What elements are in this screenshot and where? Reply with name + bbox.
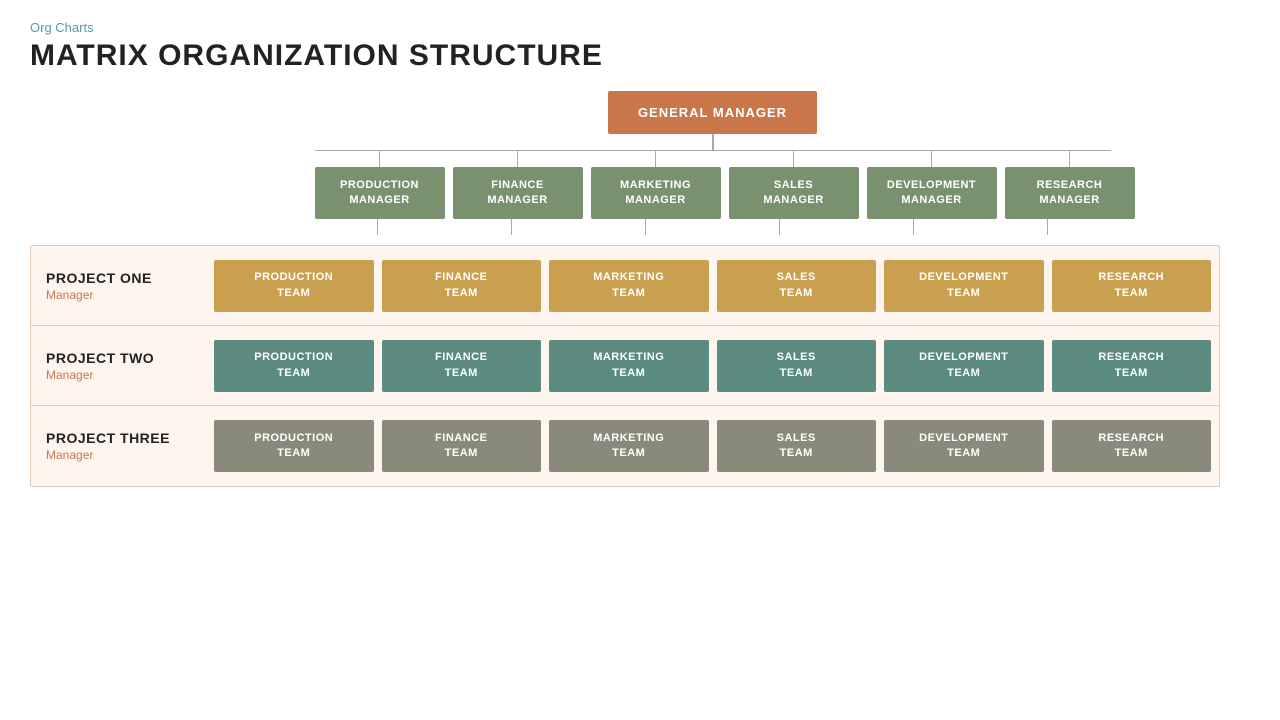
team-p3-sales: SALESTEAM bbox=[717, 420, 877, 472]
project-three-label: PROJECT THREE Manager bbox=[31, 406, 206, 486]
mgr-dn-1 bbox=[377, 219, 378, 235]
subtitle: Org Charts bbox=[30, 20, 1250, 35]
mgr-dn-4 bbox=[779, 219, 780, 235]
managers-row: PRODUCTIONMANAGER FINANCEMANAGER MARKETI… bbox=[315, 151, 1111, 219]
team-p3-research: RESEARCHTEAM bbox=[1052, 420, 1212, 472]
team-p3-finance: FINANCETEAM bbox=[382, 420, 542, 472]
project-row-one: PROJECT ONE Manager PRODUCTIONTEAM FINAN… bbox=[31, 246, 1219, 326]
manager-box-marketing: MARKETINGMANAGER bbox=[591, 167, 721, 219]
project-two-sub: Manager bbox=[46, 368, 191, 382]
team-p2-marketing: MARKETINGTEAM bbox=[549, 340, 709, 392]
manager-box-production: PRODUCTIONMANAGER bbox=[315, 167, 445, 219]
project-one-name: PROJECT ONE bbox=[46, 270, 191, 286]
team-p2-finance: FINANCETEAM bbox=[382, 340, 542, 392]
team-p2-production: PRODUCTIONTEAM bbox=[214, 340, 374, 392]
top-section: GENERAL MANAGER PRODUCTIONMANAGER FINANC… bbox=[30, 91, 1220, 235]
manager-col-marketing: MARKETINGMANAGER bbox=[591, 151, 721, 219]
project-three-name: PROJECT THREE bbox=[46, 430, 191, 446]
project-three-teams: PRODUCTIONTEAM FINANCETEAM MARKETINGTEAM… bbox=[206, 406, 1219, 486]
team-p3-marketing: MARKETINGTEAM bbox=[549, 420, 709, 472]
manager-box-sales: SALESMANAGER bbox=[729, 167, 859, 219]
manager-box-finance: FINANCEMANAGER bbox=[453, 167, 583, 219]
projects-area: PROJECT ONE Manager PRODUCTIONTEAM FINAN… bbox=[30, 245, 1220, 487]
project-one-sub: Manager bbox=[46, 288, 191, 302]
mgr-tick-3 bbox=[655, 151, 656, 167]
team-p1-production: PRODUCTIONTEAM bbox=[214, 260, 374, 312]
team-p1-marketing: MARKETINGTEAM bbox=[549, 260, 709, 312]
project-one-teams: PRODUCTIONTEAM FINANCETEAM MARKETINGTEAM… bbox=[206, 246, 1219, 325]
mgr-tick-4 bbox=[793, 151, 794, 167]
project-row-three: PROJECT THREE Manager PRODUCTIONTEAM FIN… bbox=[31, 406, 1219, 486]
team-p2-development: DEVELOPMENTTEAM bbox=[884, 340, 1044, 392]
managers-content: GENERAL MANAGER PRODUCTIONMANAGER FINANC… bbox=[205, 91, 1220, 235]
gm-down-line bbox=[712, 134, 714, 150]
mgr-tick-6 bbox=[1069, 151, 1070, 167]
manager-col-development: DEVELOPMENTMANAGER bbox=[867, 151, 997, 219]
team-p1-finance: FINANCETEAM bbox=[382, 260, 542, 312]
team-p1-research: RESEARCHTEAM bbox=[1052, 260, 1212, 312]
main-title: MATRIX ORGANIZATION STRUCTURE bbox=[30, 39, 1250, 73]
team-p3-development: DEVELOPMENTTEAM bbox=[884, 420, 1044, 472]
mgr-down-lines bbox=[315, 219, 1111, 235]
chart-container: GENERAL MANAGER PRODUCTIONMANAGER FINANC… bbox=[30, 91, 1220, 487]
team-p2-research: RESEARCHTEAM bbox=[1052, 340, 1212, 392]
gm-box: GENERAL MANAGER bbox=[608, 91, 817, 134]
manager-col-finance: FINANCEMANAGER bbox=[453, 151, 583, 219]
mgr-dn-3 bbox=[645, 219, 646, 235]
team-p3-production: PRODUCTIONTEAM bbox=[214, 420, 374, 472]
project-three-sub: Manager bbox=[46, 448, 191, 462]
mgr-tick-2 bbox=[517, 151, 518, 167]
mgr-dn-5 bbox=[913, 219, 914, 235]
mgr-dn-6 bbox=[1047, 219, 1048, 235]
project-two-label: PROJECT TWO Manager bbox=[31, 326, 206, 405]
team-p1-sales: SALESTEAM bbox=[717, 260, 877, 312]
manager-box-development: DEVELOPMENTMANAGER bbox=[867, 167, 997, 219]
project-one-label: PROJECT ONE Manager bbox=[31, 246, 206, 325]
mgr-tick-1 bbox=[379, 151, 380, 167]
team-p2-sales: SALESTEAM bbox=[717, 340, 877, 392]
mgr-dn-2 bbox=[511, 219, 512, 235]
manager-col-sales: SALESMANAGER bbox=[729, 151, 859, 219]
team-p1-development: DEVELOPMENTTEAM bbox=[884, 260, 1044, 312]
manager-box-research: RESEARCHMANAGER bbox=[1005, 167, 1135, 219]
project-two-name: PROJECT TWO bbox=[46, 350, 191, 366]
project-two-teams: PRODUCTIONTEAM FINANCETEAM MARKETINGTEAM… bbox=[206, 326, 1219, 405]
mgr-tick-5 bbox=[931, 151, 932, 167]
project-row-two: PROJECT TWO Manager PRODUCTIONTEAM FINAN… bbox=[31, 326, 1219, 406]
manager-col-research: RESEARCHMANAGER bbox=[1005, 151, 1135, 219]
manager-col-production: PRODUCTIONMANAGER bbox=[315, 151, 445, 219]
